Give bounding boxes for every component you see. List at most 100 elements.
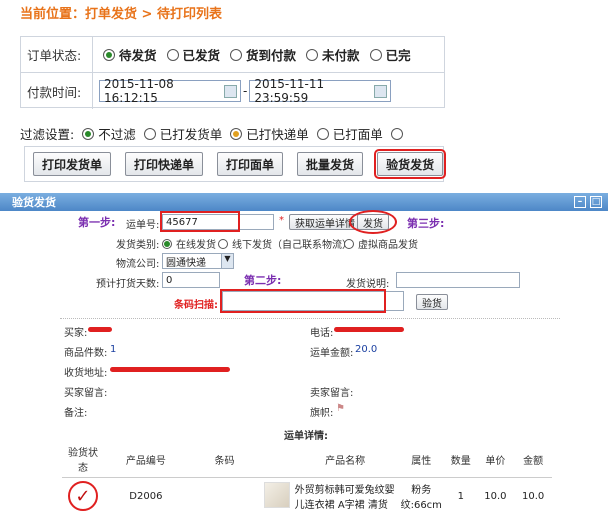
pay-time-label: 付款时间: [21, 73, 93, 109]
highlight-oval [349, 210, 397, 234]
order-status-label: 订单状态: [21, 37, 93, 72]
filter-option-none[interactable]: 不过滤 [82, 124, 136, 143]
qty-label: 商品件数: [64, 348, 108, 359]
filter-option-sheet-printed[interactable]: 已打面单 [316, 124, 383, 143]
tracking-label: 运单号: [126, 220, 160, 231]
highlight-box [220, 289, 386, 313]
filter-option-more[interactable] [390, 127, 407, 140]
status-option-unpaid[interactable]: 未付款 [306, 45, 360, 64]
ship-type-label: 发货类别: [116, 240, 160, 251]
print-sheet-button[interactable]: 打印面单 [217, 152, 284, 176]
attr-cell: 粉务纹:66cm [400, 485, 442, 511]
logistics-select[interactable]: 圆通快递 ▼ [162, 253, 234, 269]
step-two-label: 第二步: [244, 274, 282, 287]
amount-label: 运单金额: [310, 348, 354, 359]
calendar-icon[interactable] [374, 84, 388, 98]
checkmark-icon: ✓ [67, 481, 98, 511]
barcode-cell [188, 478, 261, 515]
redacted-buyer [88, 327, 112, 332]
table-row: ✓ D2006 外贸剪标韩可爱兔纹婴儿连衣裙 A字裙 清货 粉务纹:66cm 1… [62, 478, 552, 515]
print-express-button[interactable]: 打印快递单 [125, 152, 204, 176]
product-name-cell: 外贸剪标韩可爱兔纹婴儿连衣裙 A字裙 清货 [294, 485, 395, 511]
order-status-row: 订单状态: 待发货 已发货 货到付款 未付款 已完 [21, 37, 444, 73]
col-amount: 金额 [514, 441, 552, 478]
calendar-icon[interactable] [223, 84, 237, 98]
table-header-row: 验货状态 产品编号 条码 产品名称 属性 数量 单价 金额 [62, 441, 552, 478]
ship-type-virtual[interactable]: 虚拟商品发货 [344, 236, 418, 251]
barcode-label: 条码扫描: [174, 300, 218, 311]
dialog-title: 验货发货 [12, 196, 56, 209]
filter-option-express-printed[interactable]: 已打快递单 [230, 124, 309, 143]
radio-selected-icon [82, 127, 95, 140]
batch-ship-button[interactable]: 批量发货 [297, 152, 364, 176]
days-label: 预计打货天数: [96, 279, 160, 290]
radio-icon [166, 48, 179, 61]
status-option-cod[interactable]: 货到付款 [230, 45, 296, 64]
col-image [261, 441, 293, 478]
required-mark: * [279, 215, 284, 226]
product-code-cell: D2006 [129, 490, 163, 502]
shipment-detail-table: 验货状态 产品编号 条码 产品名称 属性 数量 单价 金额 ✓ D2006 外贸… [62, 441, 552, 514]
chevron-down-icon: ▼ [221, 254, 233, 268]
step-one-label: 第一步: [78, 216, 116, 229]
price-cell: 10.0 [484, 490, 507, 502]
col-product-name: 产品名称 [292, 441, 398, 478]
radio-icon [230, 127, 243, 140]
flag-icon[interactable]: ⚑ [336, 403, 345, 414]
radio-icon [306, 48, 319, 61]
radio-icon [344, 238, 354, 249]
dialog-titlebar: 验货发货 – □ [0, 193, 608, 211]
status-option-shipped[interactable]: 已发货 [166, 45, 220, 64]
col-product-code: 产品编号 [103, 441, 188, 478]
ship-type-online[interactable]: 在线发货 [162, 236, 216, 251]
col-barcode: 条码 [187, 441, 262, 478]
radio-selected-icon [162, 238, 172, 249]
qty-value: 1 [110, 344, 117, 355]
verify-ship-button[interactable]: 验货发货 [374, 149, 447, 179]
seller-msg-label: 卖家留言: [310, 388, 354, 399]
start-time-input[interactable]: 2015-11-08 16:12:15 [99, 77, 241, 105]
note-label: 发货说明: [346, 279, 390, 290]
radio-icon [369, 48, 382, 61]
verify-button[interactable]: 验货 [416, 294, 448, 310]
buyer-label: 买家: [64, 328, 88, 339]
status-option-pending[interactable]: 待发货 [103, 45, 157, 64]
days-input[interactable]: 0 [162, 272, 220, 288]
note-input[interactable] [396, 272, 520, 288]
search-panel: 订单状态: 待发货 已发货 货到付款 未付款 已完 付款时间: 2015-11-… [20, 36, 445, 109]
verify-ship-dialog: 第一步: 运单号: 45677 * 获取运单详情 发货 第三步: 发货类别: 在… [0, 210, 608, 530]
print-invoice-button[interactable]: 打印发货单 [33, 152, 112, 176]
maximize-icon[interactable]: □ [590, 196, 602, 208]
col-qty: 数量 [445, 441, 477, 478]
date-separator: - [243, 84, 248, 98]
minimize-icon[interactable]: – [574, 196, 586, 208]
filter-option-invoice-printed[interactable]: 已打发货单 [143, 124, 222, 143]
action-toolbar: 打印发货单 打印快递单 打印面单 批量发货 验货发货 [24, 146, 447, 182]
address-label: 收货地址: [64, 368, 108, 379]
highlight-box [160, 211, 240, 232]
divider [60, 318, 560, 319]
amount-cell: 10.0 [521, 490, 545, 502]
end-time-input[interactable]: 2015-11-11 23:59:59 [249, 77, 392, 105]
pay-time-row: 付款时间: 2015-11-08 16:12:15 - 2015-11-11 2… [21, 73, 444, 109]
col-verify-status: 验货状态 [62, 441, 104, 478]
flag-label: 旗帜: [310, 408, 334, 419]
radio-icon [230, 48, 243, 61]
ship-type-offline[interactable]: 线下发货（自己联系物流） [218, 236, 352, 251]
radio-icon [218, 238, 228, 249]
filter-row: 过滤设置: 不过滤 已打发货单 已打快递单 已打面单 [20, 124, 407, 143]
phone-label: 电话: [310, 328, 334, 339]
breadcrumb: 当前位置：打单发货 > 待打印列表 [20, 7, 222, 22]
col-attr: 属性 [397, 441, 446, 478]
status-option-completed[interactable]: 已完 [369, 45, 411, 64]
radio-icon [316, 127, 329, 140]
product-image-cell [261, 478, 292, 515]
step-three-label: 第三步: [407, 217, 445, 230]
remark-label: 备注: [64, 408, 88, 419]
redacted-phone [334, 327, 404, 332]
radio-icon [390, 127, 403, 140]
product-thumbnail[interactable] [263, 481, 290, 508]
detail-title: 运单详情: [284, 431, 328, 442]
redacted-address [110, 367, 230, 372]
buyer-msg-label: 买家留言: [64, 388, 108, 399]
